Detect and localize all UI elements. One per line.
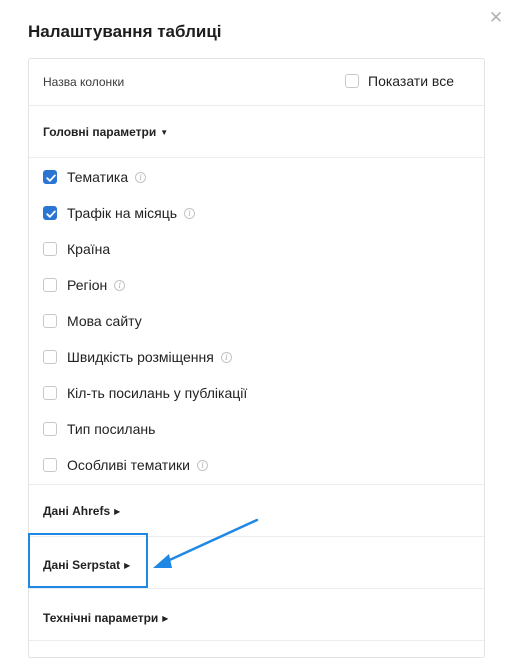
item-label: Тематика (67, 169, 129, 185)
item-label: Особливі тематики (67, 457, 190, 473)
item-label: Регіон (67, 277, 108, 293)
section-main-parameters[interactable]: Головні параметри ▼ (29, 106, 484, 158)
section-technical-label: Технічні параметри (43, 611, 159, 625)
checkbox-topic[interactable] (43, 170, 57, 184)
section-technical[interactable]: Технічні параметри ▶ (29, 589, 484, 641)
item-label: Мова сайту (67, 313, 142, 329)
list-item-region[interactable]: Регіон i (43, 276, 126, 294)
close-icon[interactable]: ✕ (488, 9, 504, 26)
info-icon[interactable]: i (184, 207, 196, 219)
info-icon[interactable]: i (196, 459, 208, 471)
checkbox-site-language[interactable] (43, 314, 57, 328)
checkbox-link-type[interactable] (43, 422, 57, 436)
annotation-highlight-box (28, 533, 148, 588)
item-label: Трафік на місяць (67, 205, 178, 221)
checkbox-traffic[interactable] (43, 206, 57, 220)
item-label: Швидкість розміщення (67, 349, 214, 365)
list-item-country[interactable]: Країна (43, 240, 110, 258)
list-item-link-type[interactable]: Тип посилань (43, 420, 155, 438)
show-all-toggle[interactable]: Показати все (345, 73, 454, 89)
checkbox-links-count[interactable] (43, 386, 57, 400)
columns-header-row: Назва колонки Показати все (29, 59, 484, 106)
info-icon[interactable]: i (220, 351, 232, 363)
column-name-header: Назва колонки (43, 75, 125, 89)
show-all-label: Показати все (368, 73, 454, 89)
show-all-checkbox[interactable] (345, 74, 359, 88)
section-main-label: Головні параметри (43, 125, 157, 139)
caret-right-icon: ▶ (162, 614, 169, 623)
list-item-site-language[interactable]: Мова сайту (43, 312, 142, 330)
list-item-special-topics[interactable]: Особливі тематики i (43, 456, 208, 474)
section-ahrefs[interactable]: Дані Ahrefs ▶ (29, 485, 484, 537)
info-icon[interactable]: i (135, 171, 147, 183)
section-ahrefs-label: Дані Ahrefs (43, 504, 111, 518)
list-item-topic[interactable]: Тематика i (43, 168, 147, 186)
list-item-placement-speed[interactable]: Швидкість розміщення i (43, 348, 232, 366)
info-icon[interactable]: i (114, 279, 126, 291)
list-item-traffic[interactable]: Трафік на місяць i (43, 204, 196, 222)
list-item-links-count[interactable]: Кіл-ть посилань у публікації (43, 384, 247, 402)
item-label: Кіл-ть посилань у публікації (67, 385, 248, 401)
checkbox-country[interactable] (43, 242, 57, 256)
checkbox-special-topics[interactable] (43, 458, 57, 472)
caret-right-icon: ▶ (114, 507, 121, 516)
item-label: Тип посилань (67, 421, 156, 437)
checkbox-placement-speed[interactable] (43, 350, 57, 364)
dialog-title: Налаштування таблиці (28, 22, 222, 41)
caret-down-icon: ▼ (160, 128, 169, 137)
checkbox-region[interactable] (43, 278, 57, 292)
item-label: Країна (67, 241, 111, 257)
